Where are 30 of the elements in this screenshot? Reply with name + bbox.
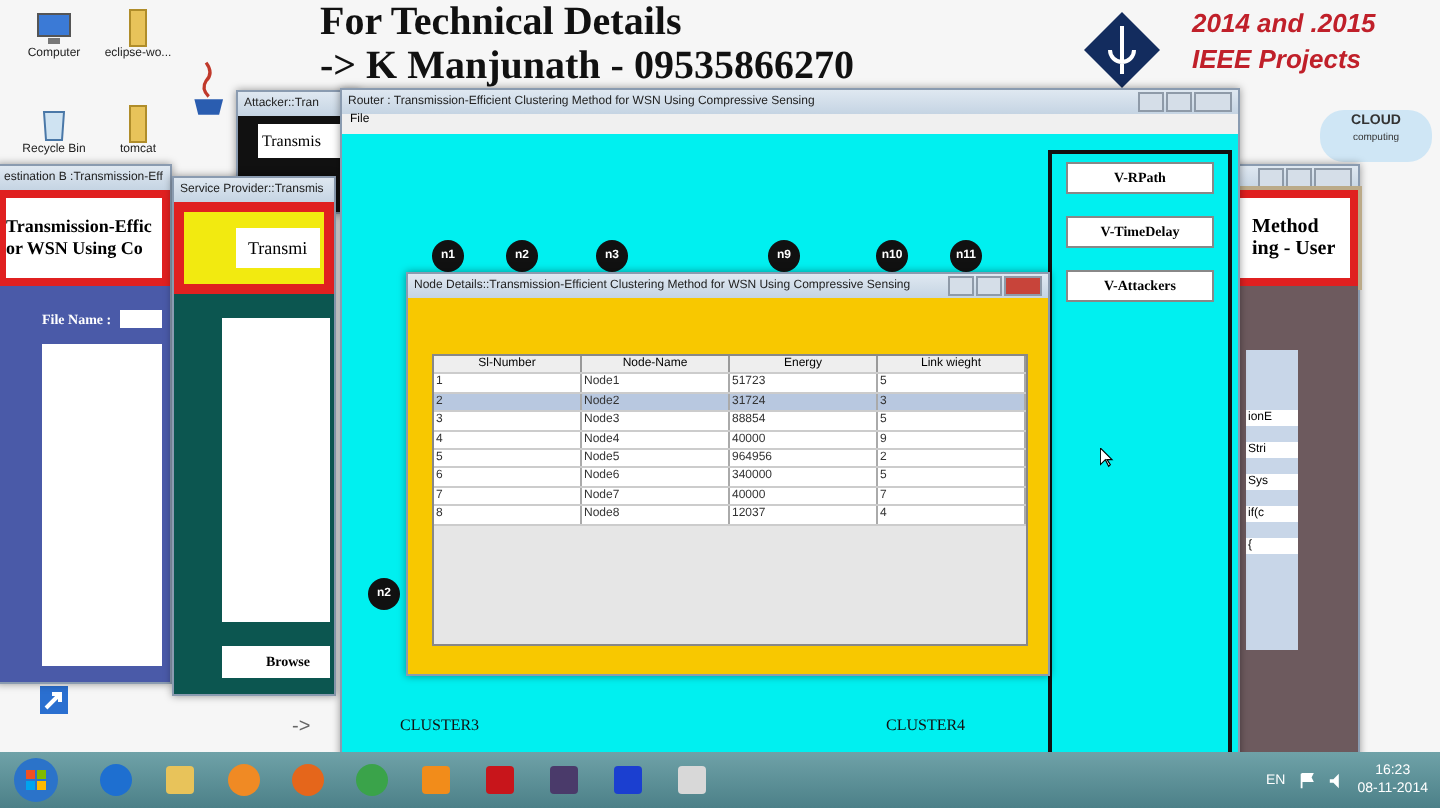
window-buttons-icon[interactable]: [1258, 168, 1352, 188]
window-buttons-icon[interactable]: [1138, 92, 1232, 112]
cluster-label: CLUSTER3: [400, 716, 480, 734]
flag-icon[interactable]: [1297, 771, 1316, 789]
taskbar-app-icon[interactable]: [160, 760, 200, 800]
taskbar-app-icon[interactable]: [416, 760, 456, 800]
header-text: Method: [1252, 216, 1321, 238]
file-name-field[interactable]: [119, 310, 162, 328]
header-text: or WSN Using Co: [6, 238, 145, 260]
window-buttons-icon[interactable]: [948, 276, 1042, 296]
computer-icon[interactable]: [34, 8, 74, 48]
header-text: ing - User: [1252, 238, 1338, 260]
taskbar-app-icon[interactable]: [672, 760, 712, 800]
arrow-text: ->: [292, 716, 311, 738]
taskbar-app-icon[interactable]: [544, 760, 584, 800]
header-text: Transmi: [236, 228, 320, 268]
cluster-label: CLUSTER4: [886, 716, 966, 734]
promo-text: IEEE Projects: [1192, 42, 1364, 78]
banner-text: -> K Manjunath - 09535866270: [320, 44, 854, 88]
promo-text: 2014 and .2015: [1192, 6, 1376, 42]
banner-text: For Technical Details: [320, 0, 684, 44]
taskbar-app-icon[interactable]: [480, 760, 520, 800]
start-orb-icon[interactable]: [12, 756, 60, 804]
header-text: Transmission-Effic: [6, 216, 154, 238]
taskbar-app-icon[interactable]: [608, 760, 648, 800]
taskbar-app-icon[interactable]: [224, 760, 264, 800]
shortcut-icon[interactable]: [34, 680, 74, 720]
cursor-icon: [1100, 448, 1114, 468]
taskbar-app-icon[interactable]: [96, 760, 136, 800]
diamond-logo-icon: [1082, 10, 1162, 90]
